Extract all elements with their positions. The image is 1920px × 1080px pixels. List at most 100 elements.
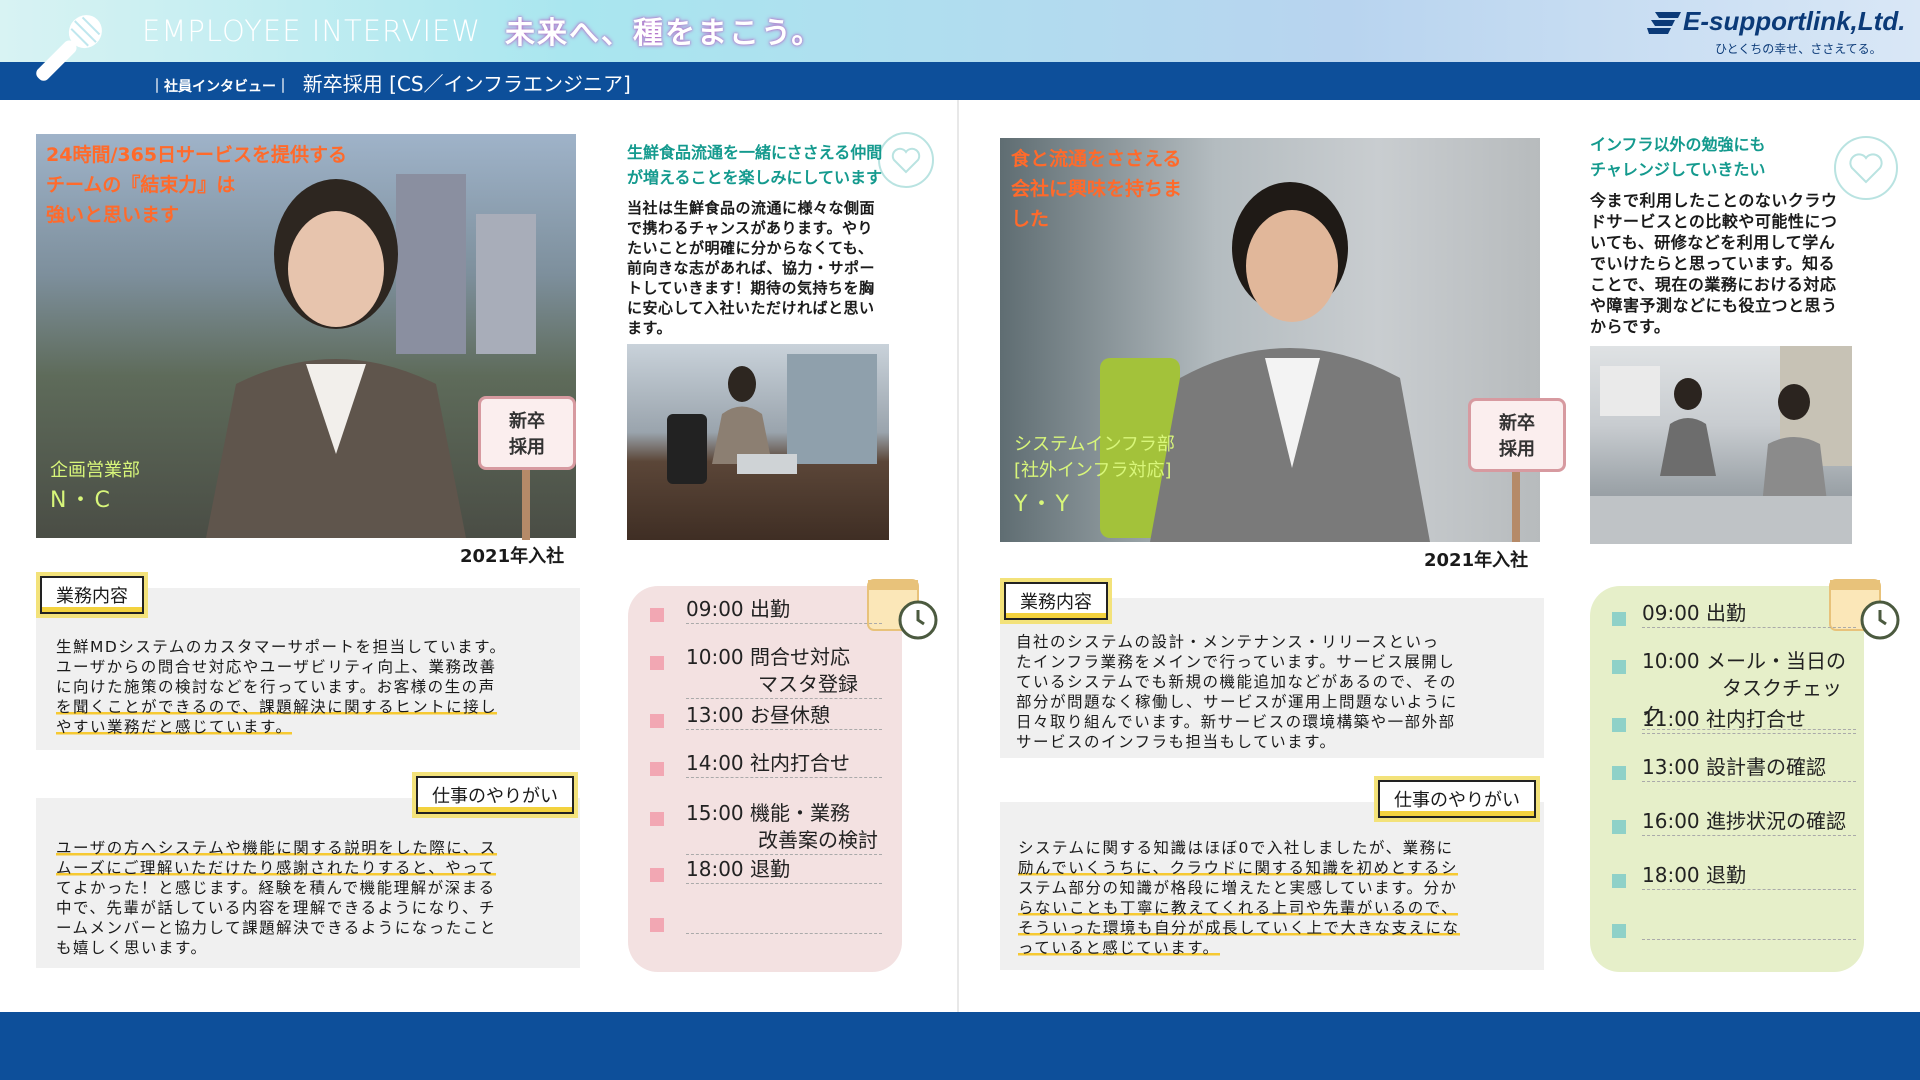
body-line: 生鮮MDシステムのカスタマーサポートを担当しています。 [56,638,507,656]
body-line: たインフラ業務をメインで行っています。サービス展開し [1016,653,1456,671]
bullet-icon [1612,766,1626,780]
reward-text-left: ユーザの方へシステムや機能に関する説明をした際に、ス ムーズにご理解いただけたり… [56,838,576,958]
schedule-time: 18:00 [686,857,744,881]
office-illustration [667,354,877,484]
job-tag-right: 業務内容 [1000,578,1112,624]
bullet-icon [1612,874,1626,888]
tag-label: 仕事のやりがい [1378,780,1536,818]
body-line-highlighted: っていると感じています。 [1018,939,1220,957]
schedule-time: 13:00 [1642,755,1700,779]
heart-icon [878,132,934,188]
body-line: ユーザからの問合せ対応やユーザビリティ向上、業務改善 [56,658,497,676]
job-text-left: 生鮮MDシステムのカスタマーサポートを担当しています。 ユーザからの問合せ対応や… [56,637,576,737]
initials-left: N・C [50,488,113,513]
office-photo-left [627,344,889,540]
schedule-task-cont: 改善案の検討 [758,828,878,852]
schedule-task-cont: マスタ登録 [758,672,858,696]
sign-line: 新卒 [509,411,545,432]
schedule-task: 社内打合せ [750,751,850,775]
side-body-line: いても、研修などを利用して学ん [1590,233,1836,252]
schedule-row: 10:00 問合せ対応 マスタ登録 [650,644,886,702]
schedule-row: 13:00 設計書の確認 [1612,754,1856,808]
tag-label: 業務内容 [40,576,144,614]
schedule-task: 機能・業務 [750,801,850,825]
sign-line: 採用 [1499,439,1535,460]
body-line: 部分が問題なく稼働し、サービスが運用上問題ないように [1016,693,1458,711]
bullet-icon [650,608,664,622]
photo-quote-line: チームの『結束力』は [46,174,236,196]
schedule-time: 13:00 [686,703,744,727]
schedule-row: 13:00 お昼休憩 [650,702,886,750]
body-line: ームメンバーと協力して課題解決できるようになったこと [56,919,497,937]
side-heading-line: 生鮮食品流通を一緒にささえる仲間 [627,143,883,162]
schedule-row: 10:00 メール・当日の タスクチェック [1612,648,1856,730]
bullet-icon [1612,820,1626,834]
side-heading-right: インフラ以外の勉強にも チャレンジしていきたい [1590,132,1766,182]
schedule-task: 退勤 [750,857,790,881]
reward-tag-right: 仕事のやりがい [1374,776,1540,822]
photo-quote-line: 会社に興味を持ちま [1011,178,1183,200]
sign-post [1512,470,1520,542]
footer-band [0,1012,1920,1080]
side-body-line: ことで、現在の業務における対応 [1590,275,1837,294]
schedule-time: 16:00 [1642,809,1700,833]
tag-label: 仕事のやりがい [416,776,574,814]
breadcrumb-section[interactable]: 社員インタビュー [164,79,276,95]
breadcrumb-current: 新卒採用 [CS／インフラエンジニア] [302,72,631,96]
schedule-row-empty [1612,912,1856,952]
department-right: システムインフラ部 [社外インフラ対応] [1014,432,1175,484]
body-line: に向けた施策の検討などを行っています。お客様の生の声 [56,678,496,696]
body-line: ているシステムでも新規の機能追加などがあるので、その [1016,673,1457,691]
schedule-task: お昼休憩 [750,703,830,727]
photo-quote-line: 食と流通をささえる [1011,148,1182,170]
body-line: 自社のシステムの設計・メンテナンス・リリースといっ [1016,633,1440,651]
body-line-highlighted: を聞くことができるので、課題解決に関するヒントに接し [56,698,498,716]
schedule-time: 09:00 [1642,601,1700,625]
photo-quote-line: 24時間/365日サービスを提供する [46,144,348,166]
schedule-row: 09:00 出勤 [1612,600,1856,648]
schedule-task: 出勤 [1706,601,1746,625]
breadcrumb: ｜社員インタビュー｜ 新卒採用 [CS／インフラエンジニア] [150,72,631,96]
bullet-icon [650,812,664,826]
join-year-left: 2021年入社 [460,546,565,567]
body-line-highlighted: らないことも丁寧に教えてくれる上司や先輩がいるので、 [1018,899,1459,917]
catchphrase: 未来へ、種をまこう。 [505,16,824,51]
schedule-time: 14:00 [686,751,744,775]
bullet-icon [650,918,664,932]
body-line: サービスのインフラも担当もしています。 [1016,733,1337,751]
body-line-highlighted: 励んでいくうちに、クラウドに関する知識を初めとするシ [1018,859,1458,877]
department-line: [社外インフラ対応] [1014,460,1172,481]
tag-label: 業務内容 [1004,582,1108,620]
schedule-row: 09:00 出勤 [650,596,886,644]
office-photo-right [1590,346,1852,544]
schedule-task: 設計書の確認 [1706,755,1826,779]
job-text-right: 自社のシステムの設計・メンテナンス・リリースといっ たインフラ業務をメインで行っ… [1016,632,1540,752]
schedule-task: 出勤 [750,597,790,621]
bullet-icon [650,762,664,776]
initials-right: Y・Y [1014,492,1072,517]
department-left: 企画営業部 [50,460,140,481]
schedule-task: 問合せ対応 [750,645,850,669]
bullet-icon [1612,660,1626,674]
side-body-line: たいことが明確に分からなくても、 [627,239,874,257]
page-english-title: EMPLOYEE INTERVIEW [142,14,482,48]
side-body-line: 今まで利用したことのないクラウ [1590,191,1838,210]
new-grad-sign-right: 新卒 採用 [1468,398,1566,472]
side-body-line: で携わるチャンスがあります。やり [627,219,874,237]
column-divider [957,100,959,1012]
photo-quote-line: した [1011,208,1050,230]
company-name: E-supportlink,Ltd. [1683,6,1906,36]
side-body-line: トしていきます！期待の気持ちを胸 [627,279,875,297]
schedule-time: 18:00 [1642,863,1700,887]
side-heading-line: インフラ以外の勉強にも [1590,135,1766,154]
body-line: 中で、先輩が話している内容を理解できるようになり、チ [56,899,496,917]
schedule-row: 16:00 進捗状況の確認 [1612,808,1856,862]
body-line: ユーザの方へシステムや機能に関する説明をした際に、ス [56,839,497,857]
side-body-line: からです。 [1590,317,1671,336]
company-logo[interactable]: E-supportlink,Ltd. [1645,6,1905,37]
logo-mark-icon [1647,12,1681,35]
microphone-icon [36,15,102,81]
side-body-line: 当社は生鮮食品の流通に様々な側面 [627,199,876,217]
sign-line: 新卒 [1499,413,1535,434]
reward-text-right: システムに関する知識はほぼ0で入社しましたが、業務に 励んでいくうちに、クラウド… [1018,838,1542,958]
